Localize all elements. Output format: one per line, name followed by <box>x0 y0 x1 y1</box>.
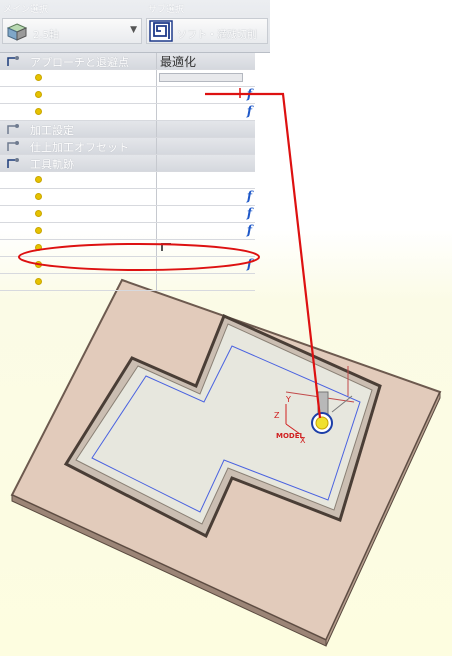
param-dot-icon <box>36 262 41 267</box>
parameter-table: アプローチと退避点 最適化 f f 加工設定 仕上加工オフセット 工具軌跡 f … <box>0 53 255 291</box>
param-row-highlighted[interactable]: f <box>0 257 255 274</box>
param-row[interactable] <box>0 172 255 189</box>
section-label-approach: アプローチと退避点 <box>30 56 129 69</box>
spiral-pocket-icon <box>149 20 173 42</box>
main-select-value: 2.5軸 <box>33 30 59 41</box>
selection-bar: メイン選択 サブ選択 2.5軸 ▼ ソフト・満残切削 <box>0 0 270 53</box>
tree-node-icon <box>7 158 19 168</box>
function-icon[interactable]: f <box>247 189 252 203</box>
param-row[interactable]: f <box>0 223 255 240</box>
param-dot-icon <box>36 245 41 250</box>
param-row-toolpath[interactable]: 工具軌跡 <box>0 155 255 172</box>
dropdown-arrow-icon: ▼ <box>130 25 137 35</box>
function-icon[interactable]: f <box>247 206 252 220</box>
param-row[interactable]: f <box>0 206 255 223</box>
section-label-finish-offset: 仕上加工オフセット <box>30 141 129 154</box>
param-dot-icon <box>36 194 41 199</box>
param-row-machining[interactable]: 加工設定 <box>0 121 255 138</box>
tree-node-icon <box>7 124 19 134</box>
param-dot-icon <box>36 109 41 114</box>
section-label-toolpath: 工具軌跡 <box>30 158 74 171</box>
param-dot-icon <box>36 177 41 182</box>
param-row[interactable] <box>0 274 255 291</box>
param-row-approach[interactable]: アプローチと退避点 最適化 <box>0 53 255 70</box>
function-icon[interactable]: f <box>247 223 252 237</box>
corner-mark-icon <box>161 243 171 251</box>
function-icon[interactable]: f <box>247 104 252 118</box>
param-input-field[interactable] <box>159 73 243 82</box>
param-row-finish-offset[interactable]: 仕上加工オフセット <box>0 138 255 155</box>
tool-body <box>317 391 329 415</box>
main-select-header: メイン選択 <box>3 5 49 15</box>
sub-select-header: サブ選択 <box>148 5 185 15</box>
axis-z-label: Z <box>274 411 280 420</box>
main-select-dropdown[interactable]: 2.5軸 ▼ <box>2 18 142 44</box>
model-label: MODEL <box>276 432 305 440</box>
param-dot-icon <box>36 211 41 216</box>
sub-select-value: ソフト・満残切削 <box>177 30 257 41</box>
param-dot-icon <box>36 75 41 80</box>
param-row[interactable]: f <box>0 87 255 104</box>
tree-node-icon <box>7 56 19 66</box>
cube-icon <box>7 23 27 41</box>
param-row[interactable] <box>0 240 255 257</box>
param-dot-icon <box>36 92 41 97</box>
param-value-optimize: 最適化 <box>160 55 197 69</box>
param-dot-icon <box>36 228 41 233</box>
param-row[interactable]: f <box>0 104 255 121</box>
param-row[interactable]: f <box>0 189 255 206</box>
cad-viewport[interactable]: Y Z X MODEL メイン選択 サブ選択 2.5軸 ▼ ソフト・満残切削 ア… <box>0 0 452 656</box>
origin-dot <box>315 416 329 430</box>
param-row[interactable] <box>0 70 255 87</box>
param-dot-icon <box>36 279 41 284</box>
function-icon[interactable]: f <box>247 87 252 101</box>
function-icon[interactable]: f <box>247 257 252 271</box>
section-label-machining: 加工設定 <box>30 124 74 137</box>
sub-select-dropdown[interactable]: ソフト・満残切削 <box>146 18 268 44</box>
axis-y-label: Y <box>285 395 291 404</box>
tree-node-icon <box>7 141 19 151</box>
